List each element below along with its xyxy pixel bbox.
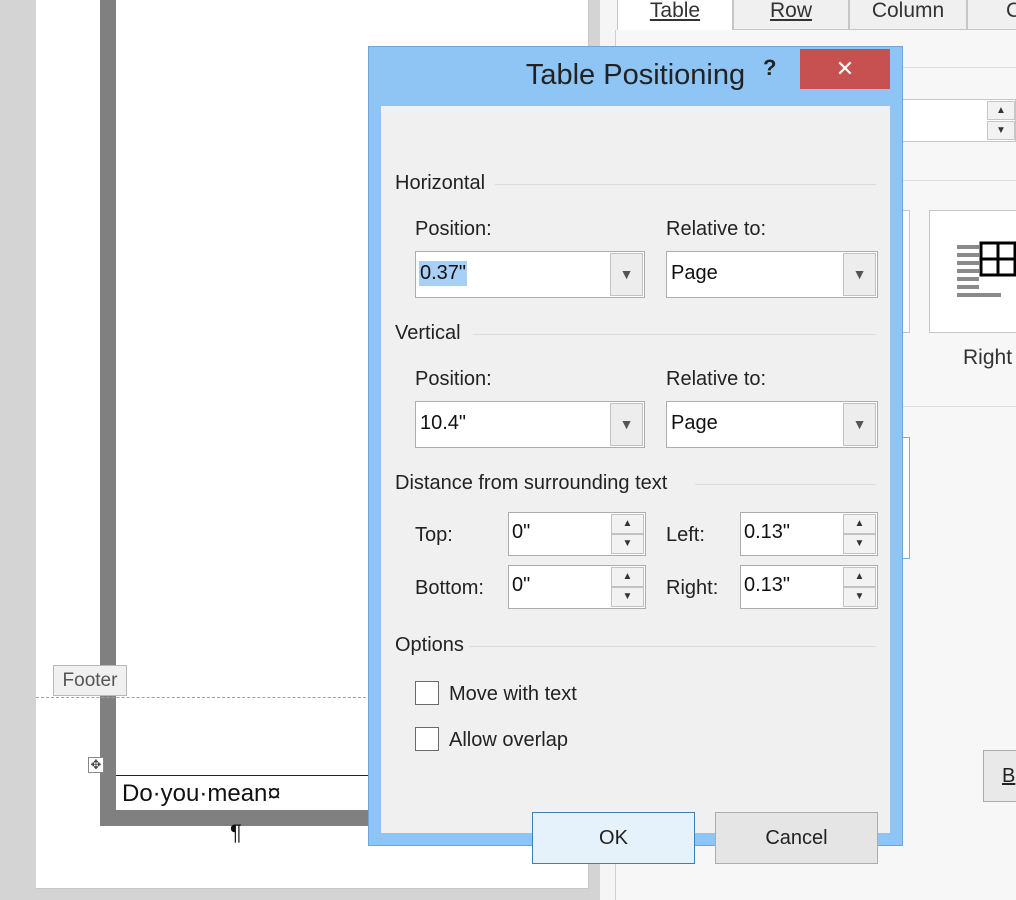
table-cell-text[interactable]: Do·you·mean¤ bbox=[122, 780, 281, 808]
horizontal-relative-value: Page bbox=[671, 262, 718, 284]
vertical-position-value[interactable]: 10.4" bbox=[419, 411, 467, 436]
left-label: Left: bbox=[666, 524, 705, 546]
allow-overlap-checkbox[interactable] bbox=[415, 727, 439, 751]
left-distance-value[interactable]: 0.13" bbox=[744, 521, 790, 544]
horizontal-position-combo[interactable]: 0.37" ▼ bbox=[415, 251, 645, 298]
top-distance-value[interactable]: 0" bbox=[512, 521, 530, 544]
table-border bbox=[100, 0, 390, 826]
close-icon: ✕ bbox=[835, 56, 855, 81]
triangle-down-icon[interactable]: ▼ bbox=[987, 121, 1015, 140]
tab-column-label: Column bbox=[871, 0, 945, 22]
top-distance-spinner[interactable]: 0" ▲ ▼ bbox=[508, 512, 646, 556]
triangle-down-icon[interactable]: ▼ bbox=[843, 587, 876, 607]
table-positioning-dialog: Table Positioning ? ✕ Horizontal Positio… bbox=[368, 46, 903, 864]
vertical-relative-combo[interactable]: Page ▼ bbox=[666, 401, 878, 448]
triangle-down-icon[interactable]: ▼ bbox=[611, 587, 644, 607]
triangle-up-icon[interactable]: ▲ bbox=[843, 567, 876, 587]
cancel-button[interactable]: Cancel bbox=[715, 812, 878, 864]
close-button[interactable]: ✕ bbox=[800, 49, 890, 89]
triangle-down-icon[interactable]: ▼ bbox=[611, 534, 644, 554]
right-distance-value[interactable]: 0.13" bbox=[744, 574, 790, 597]
group-divider bbox=[473, 334, 876, 335]
tab-row[interactable]: Row bbox=[733, 0, 849, 30]
paragraph-mark: ¶ bbox=[230, 820, 242, 845]
horizontal-relative-label: Relative to: bbox=[666, 218, 767, 240]
tab-cell[interactable]: C bbox=[967, 0, 1016, 30]
alignment-right-label: Right bbox=[963, 346, 1013, 369]
options-group-label: Options bbox=[395, 634, 464, 656]
tab-table-label: Table bbox=[649, 0, 701, 22]
triangle-up-icon[interactable]: ▲ bbox=[987, 101, 1015, 120]
group-divider bbox=[495, 184, 876, 185]
vertical-group-label: Vertical bbox=[395, 322, 461, 344]
alignment-right-option[interactable] bbox=[929, 210, 1016, 333]
chevron-down-icon[interactable]: ▼ bbox=[843, 253, 876, 296]
horizontal-position-label: Position: bbox=[415, 218, 492, 240]
chevron-down-icon[interactable]: ▼ bbox=[843, 403, 876, 446]
top-label: Top: bbox=[415, 524, 453, 546]
table-cell-border bbox=[116, 775, 376, 776]
bottom-distance-spinner[interactable]: 0" ▲ ▼ bbox=[508, 565, 646, 609]
move-with-text-label[interactable]: Move with text bbox=[449, 683, 577, 706]
vertical-relative-value: Page bbox=[671, 412, 718, 434]
vertical-relative-label: Relative to: bbox=[666, 368, 767, 390]
allow-overlap-label[interactable]: Allow overlap bbox=[449, 729, 568, 752]
triangle-up-icon[interactable]: ▲ bbox=[611, 567, 644, 587]
tab-column[interactable]: Column bbox=[849, 0, 967, 30]
preferred-width-spinner[interactable]: ▲ ▼ bbox=[900, 99, 1016, 142]
footer-separator bbox=[36, 697, 376, 698]
bottom-label: Bottom: bbox=[415, 577, 484, 599]
table-align-right-icon bbox=[957, 241, 1016, 297]
triangle-up-icon[interactable]: ▲ bbox=[611, 514, 644, 534]
horizontal-group-label: Horizontal bbox=[395, 172, 486, 194]
triangle-down-icon[interactable]: ▼ bbox=[843, 534, 876, 554]
tab-row-label: Row bbox=[769, 0, 812, 22]
right-label: Right: bbox=[666, 577, 719, 599]
left-distance-spinner[interactable]: 0.13" ▲ ▼ bbox=[740, 512, 878, 556]
help-button[interactable]: ? bbox=[763, 55, 776, 81]
right-distance-spinner[interactable]: 0.13" ▲ ▼ bbox=[740, 565, 878, 609]
horizontal-relative-combo[interactable]: Page ▼ bbox=[666, 251, 878, 298]
group-divider bbox=[695, 484, 876, 485]
footer-tag[interactable]: Footer bbox=[53, 665, 127, 696]
chevron-down-icon[interactable]: ▼ bbox=[610, 253, 643, 296]
vertical-position-combo[interactable]: 10.4" ▼ bbox=[415, 401, 645, 448]
group-divider bbox=[469, 646, 876, 647]
distance-group-label: Distance from surrounding text bbox=[395, 472, 668, 494]
borders-and-shading-button[interactable]: B bbox=[983, 750, 1016, 802]
chevron-down-icon[interactable]: ▼ bbox=[610, 403, 643, 446]
horizontal-position-value[interactable]: 0.37" bbox=[419, 261, 468, 286]
bottom-distance-value[interactable]: 0" bbox=[512, 574, 530, 597]
tab-table[interactable]: Table bbox=[617, 0, 733, 30]
vertical-position-label: Position: bbox=[415, 368, 492, 390]
ok-button[interactable]: OK bbox=[532, 812, 695, 864]
tab-cell-label: C bbox=[1006, 0, 1016, 22]
move-with-text-checkbox[interactable] bbox=[415, 681, 439, 705]
dialog-content: Horizontal Position: Relative to: 0.37" … bbox=[381, 106, 890, 864]
table-move-handle-icon[interactable]: ✥ bbox=[88, 757, 104, 773]
triangle-up-icon[interactable]: ▲ bbox=[843, 514, 876, 534]
